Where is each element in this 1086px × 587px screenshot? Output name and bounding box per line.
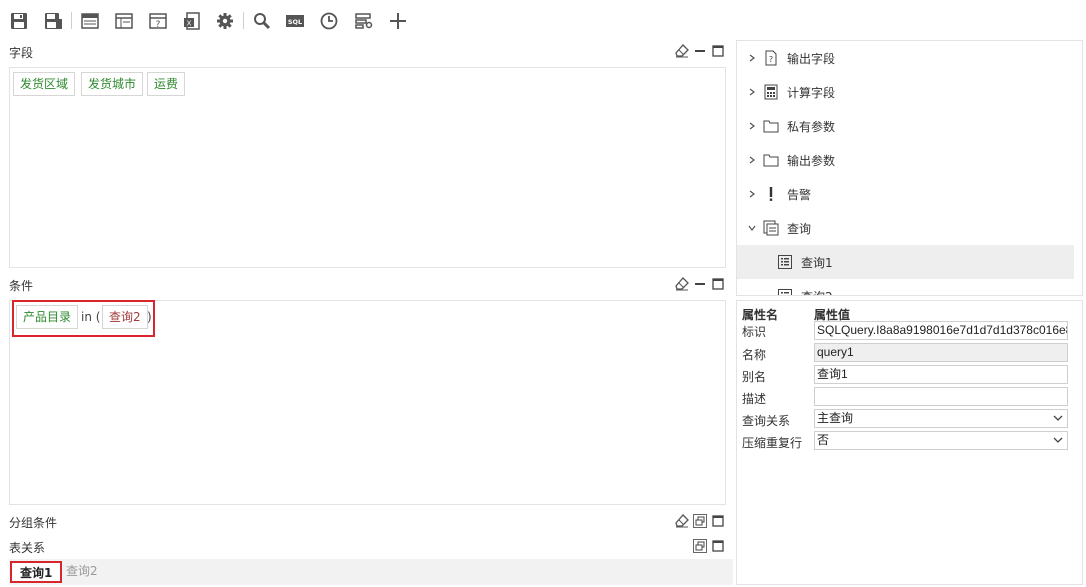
query-tabs: 查询1 查询2 (9, 559, 733, 585)
group-panel-title: 分组条件 (9, 516, 58, 530)
folder-icon (763, 118, 779, 134)
tree-item-query2[interactable]: 查询2 (737, 279, 1074, 296)
fields-drop-area[interactable]: 发货区域 发货城市 运费 (9, 67, 726, 268)
tree-item-private-params[interactable]: 私有参数 (737, 109, 1074, 143)
restore-icon[interactable] (693, 514, 707, 528)
properties-panel: 属性名 属性值 标识 SQLQuery.I8a8a9198016e7d1d7d1… (736, 300, 1083, 585)
prop-label-id: 标识 (742, 325, 767, 339)
prop-compress-value: 否 (817, 433, 830, 447)
tree-item-output-fields[interactable]: ? 输出字段 (737, 41, 1074, 75)
chevron-down-icon (1053, 437, 1063, 443)
filter-settings-icon[interactable] (353, 10, 375, 32)
tree-item-label: 查询2 (801, 288, 833, 296)
gear-icon[interactable] (214, 10, 236, 32)
svg-text:?: ? (769, 55, 773, 64)
field-chip[interactable]: 运费 (147, 72, 186, 96)
prop-name-field: query1 (814, 343, 1068, 362)
field-chip[interactable]: 发货区域 (13, 72, 76, 96)
chevron-right-icon[interactable] (747, 121, 757, 131)
alert-icon (763, 186, 779, 202)
maximize-icon[interactable] (711, 277, 725, 291)
prop-compress-select[interactable]: 否 (814, 431, 1068, 450)
query-group-icon (763, 220, 779, 236)
field-chip[interactable]: 发货城市 (81, 72, 144, 96)
chevron-right-icon[interactable] (747, 53, 757, 63)
prop-label-alias: 别名 (742, 370, 767, 384)
relation-panel-title: 表关系 (9, 541, 46, 555)
prop-relation-select[interactable]: 主查询 (814, 409, 1068, 428)
chevron-right-icon[interactable] (747, 87, 757, 97)
tree-item-alert[interactable]: 告警 (737, 177, 1074, 211)
layout-1-icon[interactable] (79, 10, 101, 32)
tree-item-output-params[interactable]: 输出参数 (737, 143, 1074, 177)
condition-close-paren: ) (147, 310, 152, 324)
resource-tree: ? 输出字段 计算字段 私有参数 输出参数 告警 查询 查询1 查询2 (736, 40, 1083, 296)
prop-label-name: 名称 (742, 348, 767, 362)
maximize-icon[interactable] (711, 514, 725, 528)
tree-item-query[interactable]: 查询 (737, 211, 1074, 245)
layout-2-icon[interactable] (113, 10, 135, 32)
relation-panel-tools (693, 538, 725, 554)
svg-text:X: X (187, 20, 192, 28)
save-icon[interactable] (8, 10, 30, 32)
fields-panel-title: 字段 (9, 46, 34, 60)
tree-item-calc-fields[interactable]: 计算字段 (737, 75, 1074, 109)
save-as-icon[interactable] (42, 10, 64, 32)
clock-icon[interactable] (318, 10, 340, 32)
chevron-right-icon[interactable] (747, 155, 757, 165)
condition-panel-tools (675, 276, 725, 292)
condition-field-chip[interactable]: 产品目录 (16, 305, 79, 329)
maximize-icon[interactable] (711, 44, 725, 58)
condition-panel-title: 条件 (9, 279, 34, 293)
prop-desc-field[interactable] (814, 387, 1068, 406)
table-icon (777, 288, 793, 295)
chevron-down-icon[interactable] (747, 223, 757, 233)
prop-label-relation: 查询关系 (742, 414, 791, 428)
group-panel-tools (675, 513, 725, 529)
prop-alias-field[interactable]: 查询1 (814, 365, 1068, 384)
main-toolbar: ? X SQL (0, 0, 1086, 40)
tree-item-label: 告警 (787, 187, 812, 202)
calculator-icon (763, 84, 779, 100)
table-icon (777, 254, 793, 270)
tree-item-label: 输出字段 (787, 51, 836, 66)
tree-item-label: 私有参数 (787, 119, 836, 134)
maximize-icon[interactable] (711, 539, 725, 553)
chevron-right-icon[interactable] (747, 189, 757, 199)
help-table-icon[interactable]: ? (147, 10, 169, 32)
prop-label-desc: 描述 (742, 392, 767, 406)
tab-query2[interactable]: 查询2 (58, 561, 106, 583)
eraser-icon[interactable] (675, 514, 689, 528)
svg-text:SQL: SQL (288, 18, 302, 26)
search-icon[interactable] (251, 10, 273, 32)
add-icon[interactable] (387, 10, 409, 32)
tree-item-query1[interactable]: 查询1 (737, 245, 1074, 279)
tree-item-label: 计算字段 (787, 85, 836, 100)
folder-icon (763, 152, 779, 168)
tree-item-label: 查询 (787, 221, 812, 236)
minimize-icon[interactable] (693, 44, 707, 58)
condition-drop-area[interactable]: 产品目录 in ( 查询2 ) (9, 300, 726, 505)
eraser-icon[interactable] (675, 44, 689, 58)
restore-icon[interactable] (693, 539, 707, 553)
svg-text:?: ? (156, 20, 161, 30)
tab-query1[interactable]: 查询1 (10, 561, 63, 583)
prop-label-compress: 压缩重复行 (742, 436, 803, 450)
excel-export-icon[interactable]: X (181, 10, 203, 32)
help-doc-icon: ? (763, 50, 779, 66)
fields-panel-tools (675, 43, 725, 59)
tree-item-label: 查询1 (801, 255, 833, 270)
prop-id-field[interactable]: SQLQuery.I8a8a9198016e7d1d7d1d378c016e8 (814, 321, 1068, 340)
sql-icon[interactable]: SQL (284, 10, 306, 32)
chevron-down-icon (1053, 415, 1063, 421)
condition-operator: in ( (81, 310, 101, 324)
condition-value-chip[interactable]: 查询2 (102, 305, 148, 329)
prop-header-name: 属性名 (742, 308, 779, 322)
tree-item-label: 输出参数 (787, 153, 836, 168)
prop-relation-value: 主查询 (817, 411, 854, 425)
eraser-icon[interactable] (675, 277, 689, 291)
minimize-icon[interactable] (693, 277, 707, 291)
